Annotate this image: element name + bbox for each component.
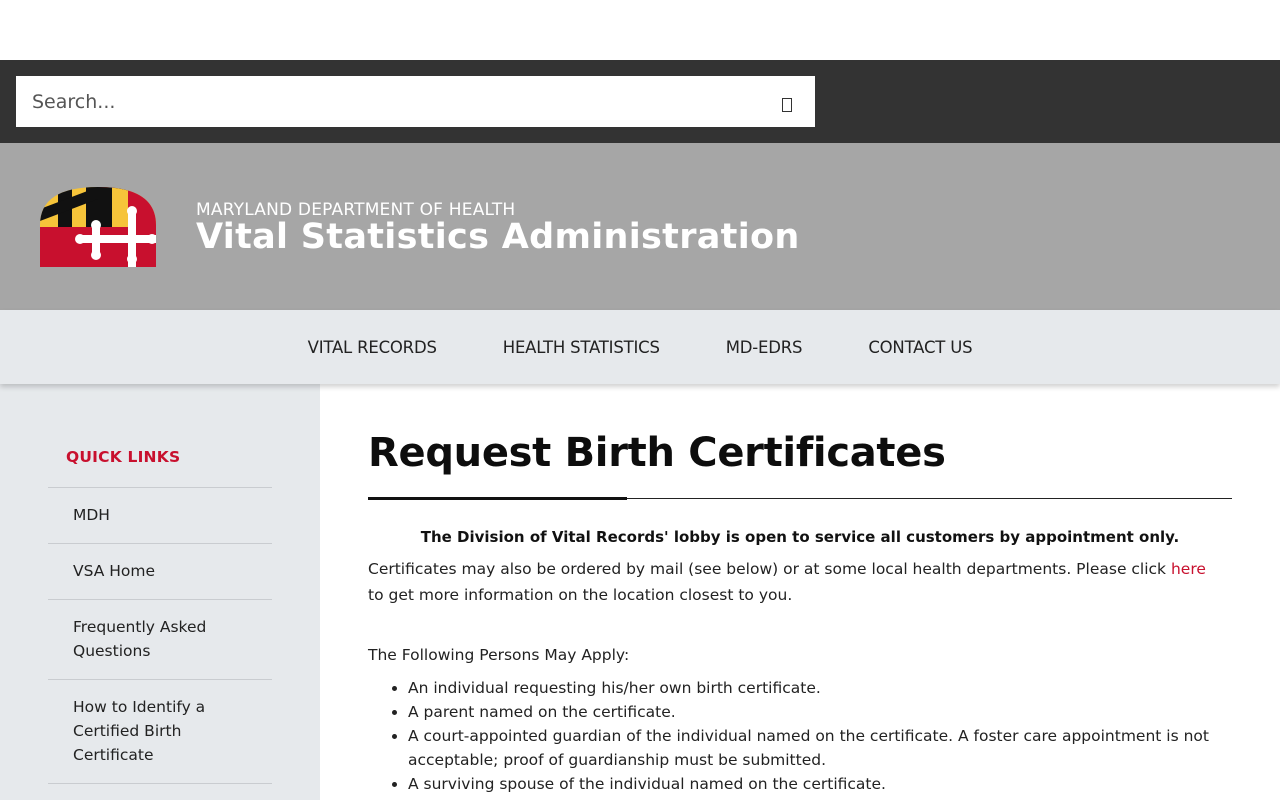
quick-links-title: QUICK LINKS <box>48 448 272 488</box>
nav-md-edrs[interactable]: MD-EDRS <box>726 338 803 357</box>
ordering-info-text-end: to get more information on the location … <box>368 586 793 604</box>
nav-contact-us[interactable]: CONTACT US <box>868 338 972 357</box>
list-item: A surviving spouse of the individual nam… <box>408 772 1232 796</box>
search-icon <box>782 97 792 112</box>
top-spacer <box>0 0 1280 60</box>
list-item: A court-appointed guardian of the indivi… <box>408 724 1232 772</box>
search-button[interactable] <box>759 76 815 127</box>
sidebar-item-vsa-home[interactable]: VSA Home <box>48 544 272 600</box>
sidebar-item-identify-certificate[interactable]: How to Identify a Certified Birth Certif… <box>48 680 272 784</box>
nav-health-statistics[interactable]: HEALTH STATISTICS <box>503 338 660 357</box>
eligibility-heading: The Following Persons May Apply: <box>368 646 630 664</box>
agency-name[interactable]: Vital Statistics Administration <box>196 217 800 257</box>
sidebar-item-faq[interactable]: Frequently Asked Questions <box>48 600 272 680</box>
eligible-persons-list: An individual requesting his/her own bir… <box>368 676 1232 796</box>
main-content: Request Birth Certificates The Division … <box>320 384 1280 800</box>
title-divider <box>368 497 1232 500</box>
sidebar-item-mdh[interactable]: MDH <box>48 488 272 544</box>
location-link[interactable]: here <box>1171 560 1206 578</box>
list-item: A parent named on the certificate. <box>408 700 1232 724</box>
page-title: Request Birth Certificates <box>368 430 946 476</box>
quick-links-sidebar: QUICK LINKS MDH VSA Home Frequently Aske… <box>0 384 320 800</box>
lobby-notice: The Division of Vital Records' lobby is … <box>420 528 1180 546</box>
site-banner: MARYLAND DEPARTMENT OF HEALTH Vital Stat… <box>0 143 1280 310</box>
maryland-flag-logo[interactable] <box>40 187 156 267</box>
nav-vital-records[interactable]: VITAL RECORDS <box>308 338 437 357</box>
content-area: QUICK LINKS MDH VSA Home Frequently Aske… <box>0 384 1280 800</box>
search-bar <box>0 60 1280 143</box>
ordering-info-text: Certificates may also be ordered by mail… <box>368 560 1171 578</box>
main-nav: VITAL RECORDS HEALTH STATISTICS MD-EDRS … <box>0 310 1280 384</box>
search-box <box>16 76 815 127</box>
ordering-info: Certificates may also be ordered by mail… <box>368 556 1232 608</box>
search-input[interactable] <box>16 76 759 127</box>
list-item: An individual requesting his/her own bir… <box>408 676 1232 700</box>
